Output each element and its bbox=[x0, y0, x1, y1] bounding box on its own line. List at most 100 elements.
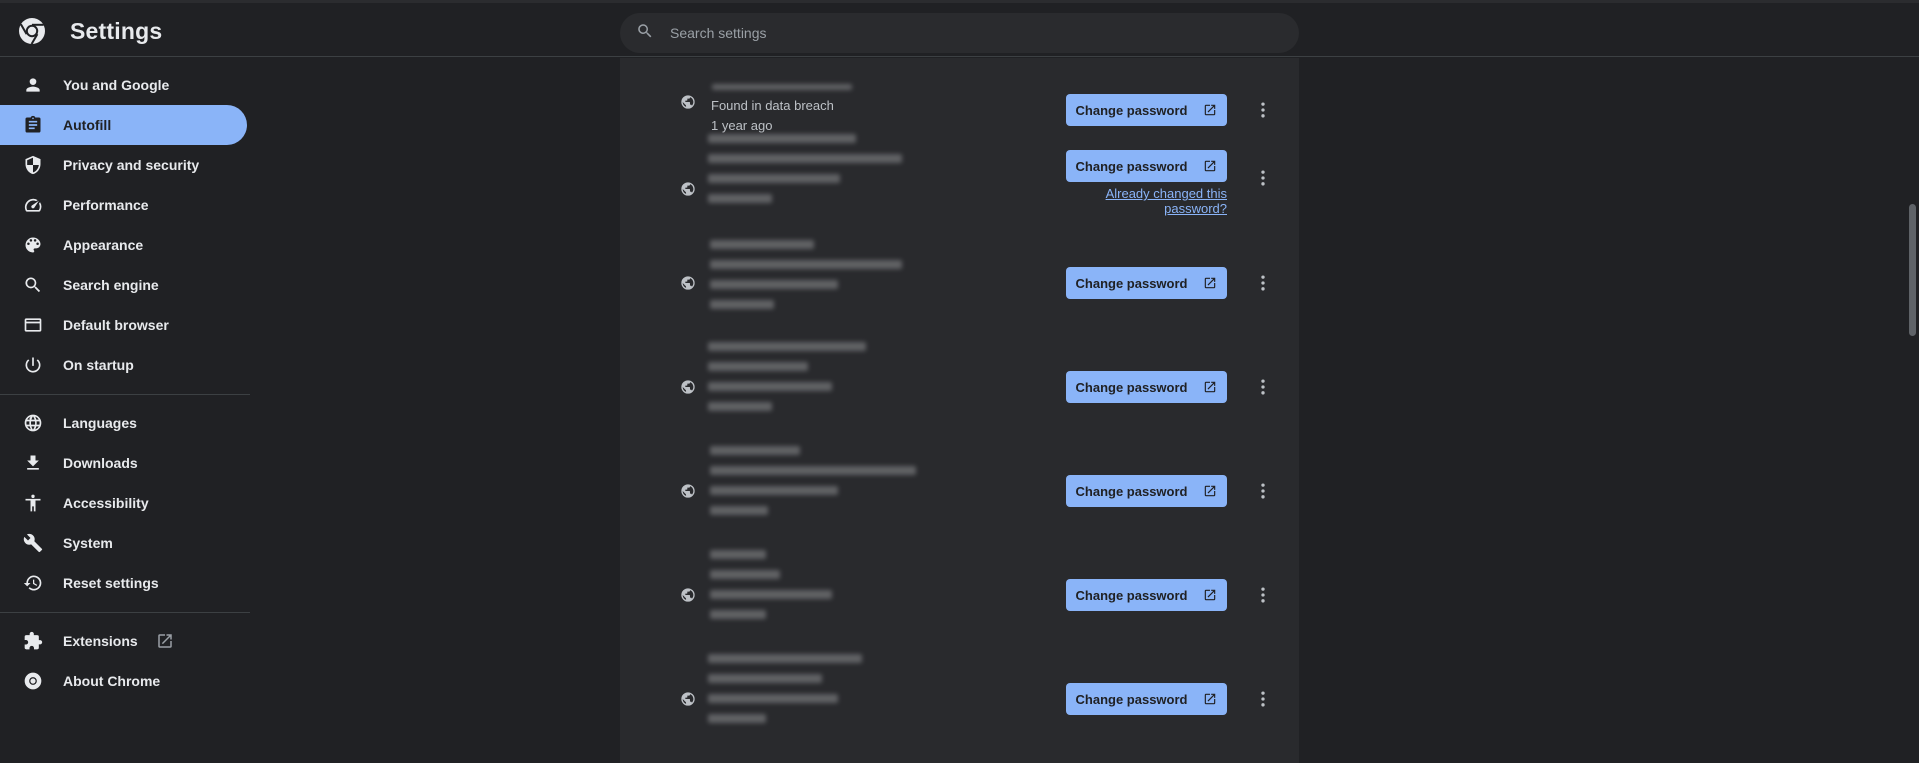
site-globe-icon bbox=[680, 275, 696, 291]
change-password-button[interactable]: Change password bbox=[1066, 94, 1227, 126]
change-password-button[interactable]: Change password bbox=[1066, 683, 1227, 715]
open-in-new-icon bbox=[1203, 484, 1217, 498]
search-icon bbox=[636, 22, 654, 45]
globe-icon bbox=[22, 412, 44, 434]
sidebar-item-label: Accessibility bbox=[63, 495, 149, 511]
page-title: Settings bbox=[70, 17, 163, 44]
sidebar-item-downloads[interactable]: Downloads bbox=[0, 443, 247, 483]
change-password-label: Change password bbox=[1075, 691, 1188, 707]
sidebar-item-label: Downloads bbox=[63, 455, 138, 471]
sidebar-item-privacy-and-security[interactable]: Privacy and security bbox=[0, 145, 247, 185]
redacted-text bbox=[708, 714, 766, 723]
sidebar-item-you-and-google[interactable]: You and Google bbox=[0, 65, 247, 105]
change-password-button[interactable]: Change password bbox=[1066, 150, 1227, 182]
chrome-logo-icon bbox=[18, 17, 46, 45]
sidebar-item-label: System bbox=[63, 535, 113, 551]
redacted-text bbox=[708, 362, 808, 371]
change-password-label: Change password bbox=[1075, 275, 1188, 291]
sidebar-item-label: About Chrome bbox=[63, 673, 161, 689]
redacted-text bbox=[710, 240, 814, 249]
redacted-text bbox=[708, 134, 856, 143]
sidebar-item-system[interactable]: System bbox=[0, 523, 247, 563]
password-row: Change password bbox=[620, 440, 1299, 544]
browser-window-icon bbox=[22, 314, 44, 336]
sidebar-item-label: You and Google bbox=[63, 77, 170, 93]
redacted-text bbox=[708, 382, 832, 391]
sidebar-item-about-chrome[interactable]: About Chrome bbox=[0, 661, 247, 701]
password-row: Change password bbox=[620, 648, 1299, 752]
change-password-label: Change password bbox=[1075, 379, 1188, 395]
more-actions-icon[interactable] bbox=[1253, 689, 1273, 709]
sidebar-item-on-startup[interactable]: On startup bbox=[0, 345, 247, 385]
sidebar-item-label: Privacy and security bbox=[63, 157, 200, 173]
top-toolbar: Settings bbox=[0, 0, 1919, 57]
sidebar-item-reset-settings[interactable]: Reset settings bbox=[0, 563, 247, 603]
redacted-text bbox=[710, 260, 902, 269]
site-globe-icon bbox=[680, 483, 696, 499]
page-scrollbar[interactable] bbox=[1906, 58, 1919, 763]
redacted-text bbox=[710, 506, 768, 515]
breach-status-label: Found in data breach bbox=[711, 98, 834, 113]
redacted-text bbox=[710, 280, 838, 289]
search-box[interactable] bbox=[620, 13, 1299, 53]
sidebar-item-appearance[interactable]: Appearance bbox=[0, 225, 247, 265]
more-actions-icon[interactable] bbox=[1253, 377, 1273, 397]
power-icon bbox=[22, 354, 44, 376]
redacted-text bbox=[710, 570, 780, 579]
redacted-text bbox=[708, 194, 772, 203]
password-row: Change password bbox=[620, 544, 1299, 648]
wrench-icon bbox=[22, 532, 44, 554]
history-icon bbox=[22, 572, 44, 594]
redacted-text bbox=[708, 402, 772, 411]
sidebar-item-label: Performance bbox=[63, 197, 149, 213]
change-password-label: Change password bbox=[1075, 158, 1188, 174]
change-password-label: Change password bbox=[1075, 102, 1188, 118]
open-in-new-icon bbox=[1203, 692, 1217, 706]
change-password-button[interactable]: Change password bbox=[1066, 267, 1227, 299]
open-in-new-icon bbox=[1203, 276, 1217, 290]
redacted-text bbox=[710, 610, 766, 619]
redacted-text bbox=[708, 694, 838, 703]
puzzle-icon bbox=[22, 630, 44, 652]
sidebar-item-performance[interactable]: Performance bbox=[0, 185, 247, 225]
chrome-icon bbox=[22, 670, 44, 692]
search-input[interactable] bbox=[668, 24, 1232, 42]
person-icon bbox=[22, 74, 44, 96]
redacted-text bbox=[708, 342, 866, 351]
palette-icon bbox=[22, 234, 44, 256]
sidebar-item-label: Search engine bbox=[63, 277, 159, 293]
accessibility-icon bbox=[22, 492, 44, 514]
sidebar-item-accessibility[interactable]: Accessibility bbox=[0, 483, 247, 523]
change-password-label: Change password bbox=[1075, 587, 1188, 603]
already-changed-link[interactable]: Already changed this password? bbox=[1040, 186, 1227, 216]
search-icon bbox=[22, 274, 44, 296]
redacted-text bbox=[708, 174, 840, 183]
redacted-text bbox=[710, 550, 766, 559]
more-actions-icon[interactable] bbox=[1253, 168, 1273, 188]
open-in-new-icon bbox=[1203, 380, 1217, 394]
sidebar-item-label: Default browser bbox=[63, 317, 169, 333]
redacted-text bbox=[710, 300, 774, 309]
sidebar-item-extensions[interactable]: Extensions bbox=[0, 621, 247, 661]
sidebar-item-label: Reset settings bbox=[63, 575, 159, 591]
assignment-icon bbox=[22, 114, 44, 136]
brand: Settings bbox=[18, 17, 162, 45]
speedometer-icon bbox=[22, 194, 44, 216]
change-password-button[interactable]: Change password bbox=[1066, 579, 1227, 611]
sidebar-item-search-engine[interactable]: Search engine bbox=[0, 265, 247, 305]
change-password-label: Change password bbox=[1075, 483, 1188, 499]
more-actions-icon[interactable] bbox=[1253, 481, 1273, 501]
sidebar-item-autofill[interactable]: Autofill bbox=[0, 105, 247, 145]
more-actions-icon[interactable] bbox=[1253, 585, 1273, 605]
more-actions-icon[interactable] bbox=[1253, 100, 1273, 120]
sidebar-item-default-browser[interactable]: Default browser bbox=[0, 305, 247, 345]
change-password-button[interactable]: Change password bbox=[1066, 475, 1227, 507]
scrollbar-thumb[interactable] bbox=[1909, 204, 1916, 336]
site-globe-icon bbox=[680, 181, 696, 197]
more-actions-icon[interactable] bbox=[1253, 273, 1273, 293]
open-in-new-icon bbox=[1203, 159, 1217, 173]
download-icon bbox=[22, 452, 44, 474]
change-password-button[interactable]: Change password bbox=[1066, 371, 1227, 403]
sidebar-item-languages[interactable]: Languages bbox=[0, 403, 247, 443]
site-globe-icon bbox=[680, 587, 696, 603]
